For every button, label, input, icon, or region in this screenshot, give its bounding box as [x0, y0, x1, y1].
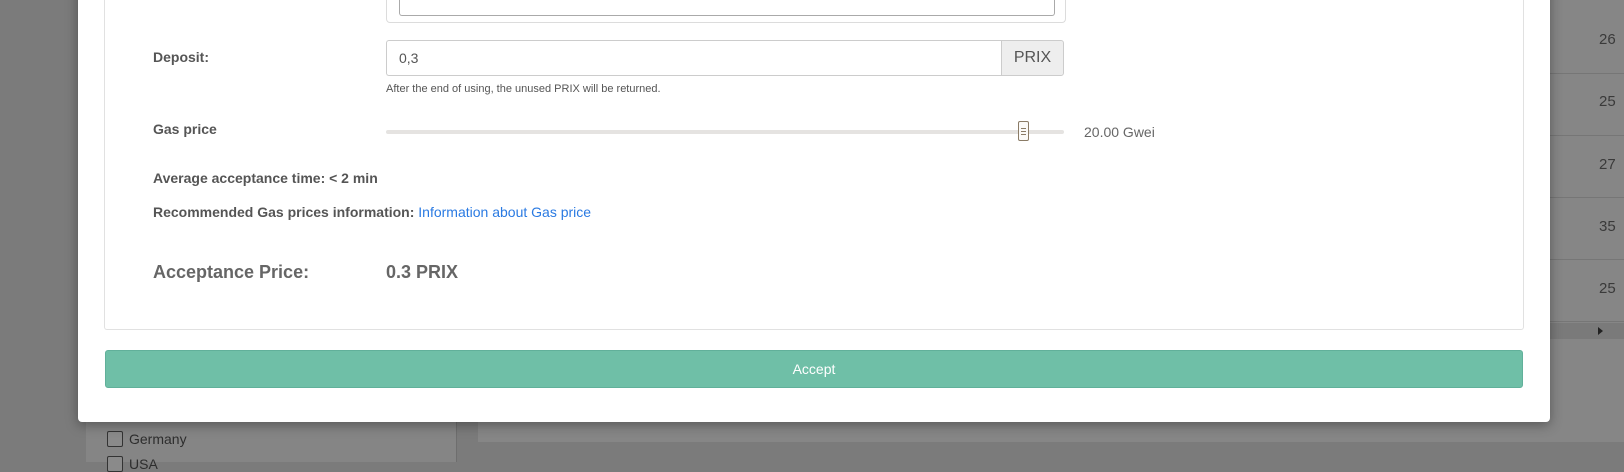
average-acceptance-time: Average acceptance time: < 2 min [153, 170, 378, 186]
deposit-label: Deposit: [153, 49, 209, 65]
currency-addon: PRIX [1001, 40, 1064, 76]
gas-price-slider-handle[interactable] [1017, 121, 1029, 141]
country-filter-germany[interactable]: Germany [107, 431, 187, 447]
gas-price-slider-track[interactable] [386, 130, 1064, 134]
table-cell-value: 25 [1599, 280, 1616, 297]
gas-price-value: 20.00 Gwei [1084, 124, 1155, 140]
select-wrapper: main ⌄ [386, 0, 1066, 23]
table-cell-value: 27 [1599, 156, 1616, 173]
country-label: Germany [129, 431, 187, 447]
acceptance-price-label: Acceptance Price: [153, 262, 310, 282]
deposit-help-text: After the end of using, the unused PRIX … [386, 83, 661, 95]
gas-price-label: Gas price [153, 121, 217, 137]
network-select[interactable]: main ⌄ [399, 0, 1055, 16]
deposit-input-group: PRIX [386, 40, 1064, 76]
recommended-gas-info: Recommended Gas prices information: Info… [153, 204, 591, 220]
scroll-right-arrow-icon[interactable] [1598, 327, 1603, 335]
checkbox[interactable] [107, 431, 123, 447]
table-cell-value: 35 [1599, 218, 1616, 235]
checkbox[interactable] [107, 456, 123, 472]
country-filter-usa[interactable]: USA [107, 456, 158, 472]
gas-price-info-link[interactable]: Information about Gas price [418, 204, 591, 220]
acceptance-price-value: 0.3 PRIX [386, 262, 459, 282]
recommended-gas-label: Recommended Gas prices information: [153, 204, 419, 220]
country-label: USA [129, 456, 158, 472]
modal-dialog: main ⌄ Deposit: PRIX After the end of us… [78, 0, 1550, 422]
deposit-input[interactable] [386, 40, 1001, 76]
form-panel: main ⌄ Deposit: PRIX After the end of us… [104, 0, 1524, 330]
table-cell-value: 26 [1599, 31, 1616, 48]
table-cell-value: 25 [1599, 93, 1616, 110]
accept-button[interactable]: Accept [105, 350, 1523, 388]
